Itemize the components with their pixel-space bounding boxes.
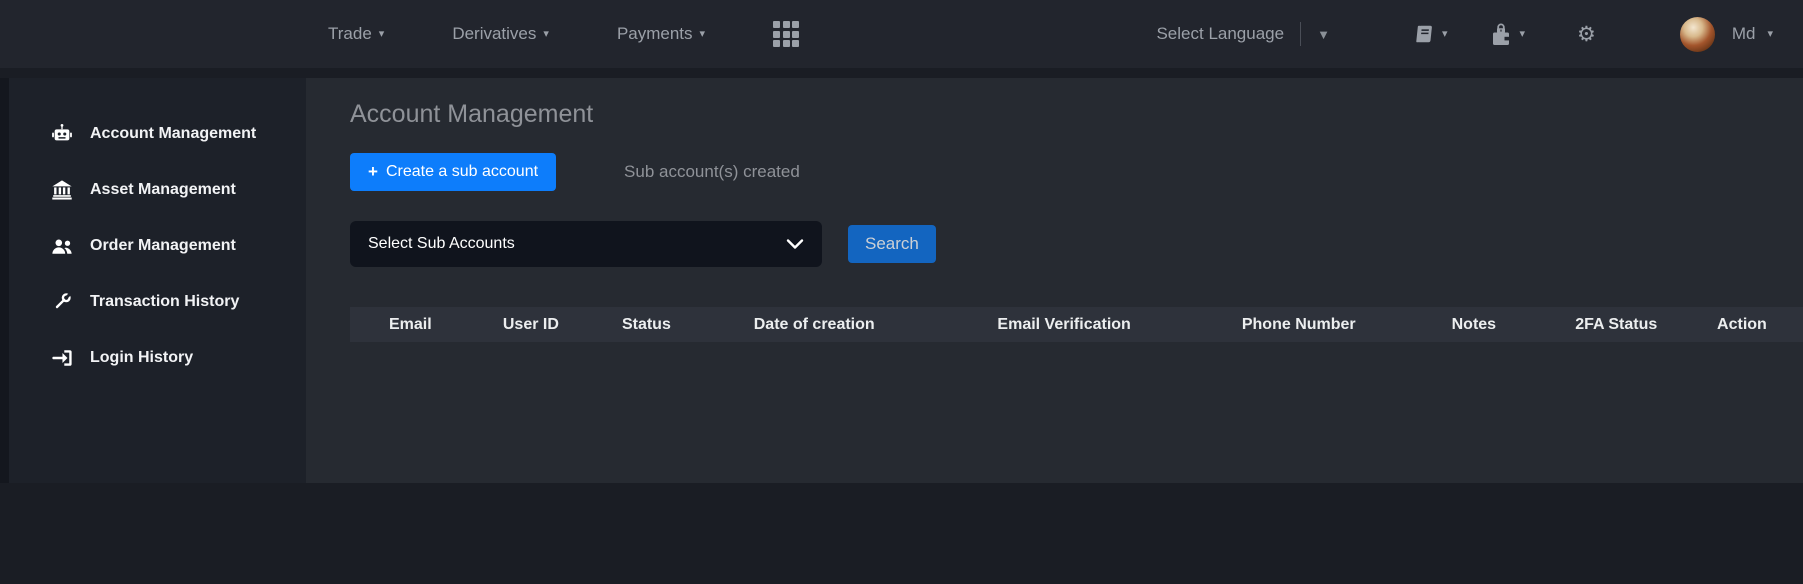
- language-label: Select Language: [1156, 24, 1284, 44]
- language-selector[interactable]: Select Language ▼: [1156, 22, 1329, 46]
- wallet-menu[interactable]: ▾: [1489, 21, 1525, 47]
- plus-icon: +: [368, 162, 378, 182]
- wrench-icon: [49, 291, 75, 313]
- sub-accounts-created-note: Sub account(s) created: [624, 162, 800, 182]
- page-gap: [0, 68, 1803, 78]
- user-name: Md: [1732, 24, 1756, 44]
- create-sub-account-button[interactable]: + Create a sub account: [350, 153, 556, 191]
- col-email-verification: Email Verification: [927, 307, 1202, 342]
- page-title: Account Management: [350, 100, 1803, 129]
- orders-book-menu[interactable]: ▾: [1414, 23, 1448, 45]
- users-icon: [49, 235, 75, 257]
- col-action: Action: [1681, 307, 1803, 342]
- sub-accounts-table: Email User ID Status Date of creation Em…: [350, 307, 1803, 342]
- settings-button[interactable]: ⚙: [1577, 24, 1596, 45]
- col-phone-number: Phone Number: [1201, 307, 1396, 342]
- chevron-down-icon: [786, 238, 804, 250]
- caret-down-icon: ▾: [379, 29, 385, 40]
- col-notes: Notes: [1396, 307, 1551, 342]
- book-icon: [1414, 23, 1436, 45]
- col-email: Email: [350, 307, 471, 342]
- robot-icon: [49, 123, 75, 145]
- col-status: Status: [591, 307, 701, 342]
- user-menu[interactable]: Md ▾: [1680, 17, 1773, 52]
- caret-down-icon: ▾: [543, 29, 549, 40]
- bottom-strip: [0, 483, 1803, 584]
- sidebar-item-order-management[interactable]: Order Management: [9, 218, 306, 274]
- caret-down-icon: ▾: [1767, 29, 1773, 40]
- sub-accounts-select[interactable]: Select Sub Accounts: [350, 221, 822, 267]
- menu-payments-label: Payments: [617, 24, 693, 44]
- table-header-row: Email User ID Status Date of creation Em…: [350, 307, 1803, 342]
- apps-grid-icon[interactable]: [773, 21, 799, 47]
- caret-down-icon: ▾: [700, 29, 706, 40]
- sidebar: Account Management Asset Management: [0, 78, 306, 483]
- triangle-down-icon: ▼: [1317, 27, 1330, 42]
- sidebar-item-login-history[interactable]: Login History: [9, 330, 306, 386]
- sidebar-item-label: Account Management: [90, 125, 256, 143]
- avatar: [1680, 17, 1715, 52]
- gear-icon: ⚙: [1577, 24, 1596, 45]
- sidebar-item-asset-management[interactable]: Asset Management: [9, 162, 306, 218]
- menu-derivatives-label: Derivatives: [452, 24, 536, 44]
- caret-down-icon: ▾: [1442, 29, 1448, 40]
- sidebar-item-label: Order Management: [90, 237, 236, 255]
- menu-trade-label: Trade: [328, 24, 372, 44]
- navbar-right: Select Language ▼ ▾: [1156, 17, 1803, 52]
- wallet-lock-icon: [1489, 21, 1513, 47]
- menu-payments[interactable]: Payments ▾: [617, 24, 705, 44]
- sidebar-item-account-management[interactable]: Account Management: [9, 106, 306, 162]
- caret-down-icon: ▾: [1519, 29, 1525, 40]
- sub-accounts-select-value: Select Sub Accounts: [368, 235, 786, 253]
- sidebar-item-label: Login History: [90, 349, 193, 367]
- sign-in-icon: [49, 347, 75, 369]
- search-button[interactable]: Search: [848, 225, 936, 263]
- col-2fa-status: 2FA Status: [1552, 307, 1681, 342]
- sidebar-item-label: Transaction History: [90, 293, 239, 311]
- divider: [1300, 22, 1301, 46]
- top-navbar: Trade ▾ Derivatives ▾ Payments ▾ Select …: [0, 0, 1803, 68]
- main-content: Account Management + Create a sub accoun…: [306, 78, 1803, 483]
- bank-icon: [49, 179, 75, 201]
- sidebar-item-transaction-history[interactable]: Transaction History: [9, 274, 306, 330]
- col-user-id: User ID: [471, 307, 592, 342]
- col-date-of-creation: Date of creation: [702, 307, 927, 342]
- menu-derivatives[interactable]: Derivatives ▾: [452, 24, 549, 44]
- menu-trade[interactable]: Trade ▾: [328, 24, 384, 44]
- create-sub-account-label: Create a sub account: [386, 163, 538, 181]
- navbar-menus: Trade ▾ Derivatives ▾ Payments ▾: [0, 21, 799, 47]
- sidebar-item-label: Asset Management: [90, 181, 236, 199]
